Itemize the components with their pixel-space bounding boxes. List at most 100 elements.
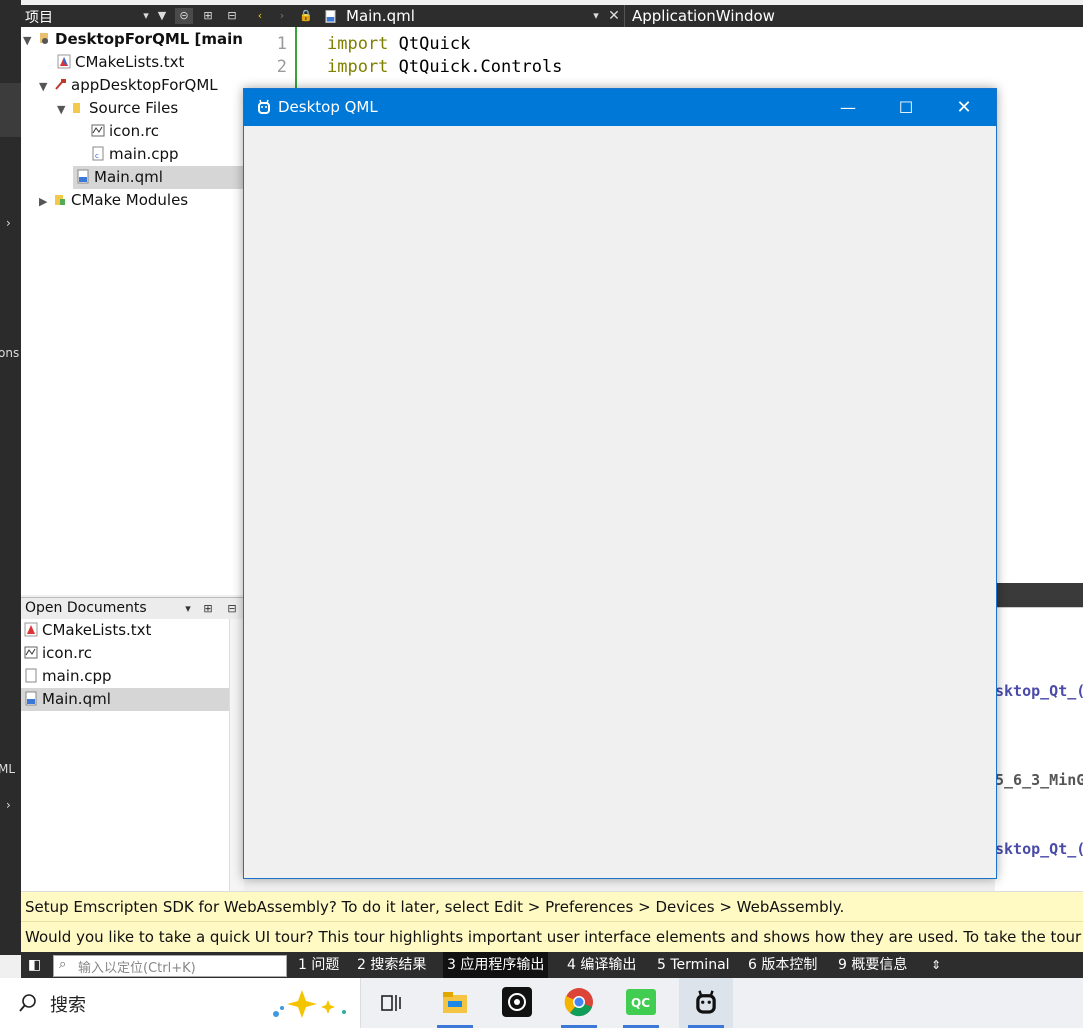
output-line: sktop_Qt_( <box>995 840 1083 858</box>
pane-button-terminal[interactable]: 5 Terminal <box>657 952 730 978</box>
link-icon[interactable]: ⊝ <box>175 8 193 24</box>
mode-arrow-icon[interactable]: › <box>6 216 11 230</box>
mode-label-fragment[interactable]: ons <box>0 346 19 360</box>
split-icon[interactable]: ⊞ <box>199 8 217 24</box>
dropdown-icon[interactable]: ▾ <box>179 601 197 617</box>
back-icon[interactable]: ‹ <box>251 8 269 24</box>
tree-item-label: icon.rc <box>109 122 159 140</box>
tree-item-cmake-modules[interactable]: ▶ CMake Modules <box>39 189 188 212</box>
pane-num: 5 <box>657 957 666 973</box>
chevron-down-icon[interactable]: ▼ <box>57 98 71 121</box>
code-text: QtQuick <box>388 34 471 54</box>
chevron-down-icon[interactable]: ▼ <box>39 75 53 98</box>
mode-selected[interactable] <box>0 83 21 137</box>
project-pane-header: 项目 ▾ ▼ ⊝ ⊞ ⊟ <box>21 5 243 27</box>
open-doc-item[interactable]: CMakeLists.txt <box>24 619 151 642</box>
qt-creator-icon[interactable]: QC <box>617 978 665 1028</box>
svg-text:QC: QC <box>631 996 650 1010</box>
tree-item-main-qml[interactable]: Main.qml <box>73 166 246 189</box>
code-line[interactable]: import QtQuick.Controls <box>327 57 562 77</box>
tree-item-cmakelists[interactable]: CMakeLists.txt <box>57 51 184 74</box>
open-doc-item[interactable]: Main.qml <box>21 688 231 711</box>
editor-file-tab[interactable]: Main.qml <box>346 7 415 25</box>
cpp-file-icon: c <box>92 146 104 161</box>
pane-label: Terminal <box>670 957 730 973</box>
cmake-file-icon <box>57 54 71 69</box>
pane-button-app-output[interactable]: 3 应用程序输出 <box>443 952 549 978</box>
resource-file-icon <box>24 646 38 659</box>
open-doc-label: main.cpp <box>42 667 112 685</box>
tree-item-app-target[interactable]: ▼ appDesktopForQML <box>39 74 218 97</box>
close-pane-icon[interactable]: ⊟ <box>223 8 241 24</box>
dropdown-icon[interactable]: ▾ <box>587 8 605 24</box>
chatgpt-icon[interactable] <box>493 978 541 1028</box>
tree-item-project[interactable]: ▼ DesktopForQML [main] <box>23 28 250 51</box>
minimize-button[interactable]: — <box>820 89 876 126</box>
chevron-down-icon[interactable]: ▼ <box>23 29 37 52</box>
desktop-qml-app-icon[interactable] <box>679 978 733 1028</box>
chrome-icon[interactable] <box>555 978 603 1028</box>
pane-button-compile-output[interactable]: 4 编译输出 <box>567 952 636 978</box>
pane-label: 应用程序输出 <box>460 957 545 973</box>
filter-icon[interactable]: ▼ <box>153 8 171 24</box>
keyword: import <box>327 57 389 77</box>
tree-item-label: Source Files <box>89 99 179 117</box>
pane-button-version-control[interactable]: 6 版本控制 <box>748 952 817 978</box>
pane-num: 6 <box>748 957 757 973</box>
info-text[interactable]: Would you like to take a quick UI tour? … <box>25 928 1083 946</box>
chevron-right-icon[interactable]: ▶ <box>39 190 53 213</box>
open-doc-item[interactable]: icon.rc <box>24 642 92 665</box>
close-icon[interactable]: ✕ <box>605 8 623 24</box>
code-line[interactable]: import QtQuick <box>327 34 470 54</box>
tree-item-icon-rc[interactable]: icon.rc <box>91 120 159 143</box>
close-button[interactable]: ✕ <box>936 89 992 126</box>
svg-text:c: c <box>95 152 99 160</box>
info-text[interactable]: Setup Emscripten SDK for WebAssembly? To… <box>25 898 844 916</box>
line-number: 2 <box>276 57 287 77</box>
scrollbar[interactable] <box>229 619 244 891</box>
locator-placeholder: 输入以定位(Ctrl+K) <box>78 961 196 976</box>
forward-icon[interactable]: › <box>273 8 291 24</box>
pane-label: 概要信息 <box>851 957 908 973</box>
project-pane-title: 项目 <box>25 10 53 26</box>
app-window[interactable]: Desktop QML — ☐ ✕ <box>243 88 997 879</box>
symbol-selector[interactable]: ApplicationWindow <box>632 7 775 25</box>
window-title-bar[interactable]: Desktop QML — ☐ ✕ <box>244 89 996 126</box>
close-pane-icon[interactable]: ⊟ <box>223 601 241 617</box>
mode-label-fragment-2[interactable]: ML <box>0 762 15 776</box>
pane-label: 编译输出 <box>580 957 637 973</box>
pane-button-issues[interactable]: 1 问题 <box>298 952 339 978</box>
folder-icon <box>55 195 65 205</box>
hammer-icon <box>55 79 66 90</box>
open-documents-header: Open Documents ▾ ⊞ ⊟ <box>21 597 243 620</box>
mode-arrow-icon-2[interactable]: › <box>6 798 11 812</box>
project-icon <box>40 33 48 44</box>
pane-button-general-messages[interactable]: 9 概要信息 <box>838 952 907 978</box>
pane-label: 问题 <box>311 957 340 973</box>
taskbar-search[interactable]: 搜索 <box>0 978 361 1028</box>
pane-num: 3 <box>447 957 456 973</box>
pane-button-search-results[interactable]: 2 搜索结果 <box>357 952 426 978</box>
cmake-file-icon <box>24 622 38 637</box>
tree-item-main-cpp[interactable]: c main.cpp <box>91 143 179 166</box>
split-icon[interactable]: ⊞ <box>199 601 217 617</box>
taskbar: 搜索 QC <box>0 978 1083 1028</box>
lock-icon[interactable]: 🔒 <box>297 8 315 24</box>
tree-item-source-files[interactable]: ▼ Source Files <box>57 97 178 120</box>
up-down-icon[interactable]: ⇕ <box>931 952 941 978</box>
file-explorer-icon[interactable] <box>431 978 479 1028</box>
search-icon: ⌕ <box>59 957 67 972</box>
copilot-sparkle-icon[interactable] <box>270 986 350 1022</box>
search-icon <box>19 994 36 1012</box>
line-number: 1 <box>276 34 287 54</box>
task-view-icon[interactable] <box>368 978 416 1028</box>
output-pane: sktop_Qt_( 5_6_3_MinG sktop_Qt_( <box>995 607 1083 892</box>
open-doc-item[interactable]: main.cpp <box>24 665 112 688</box>
search-label: 搜索 <box>50 995 86 1016</box>
tree-item-label: CMakeLists.txt <box>75 53 185 71</box>
project-tree: ▼ DesktopForQML [main] CMakeLists.txt ▼ ap… <box>21 27 250 595</box>
toggle-sidebar-icon[interactable]: ◧ <box>28 952 41 978</box>
maximize-button[interactable]: ☐ <box>878 89 934 126</box>
locator-input[interactable]: ⌕ 输入以定位(Ctrl+K) <box>53 955 287 977</box>
qml-file-icon <box>25 691 37 706</box>
